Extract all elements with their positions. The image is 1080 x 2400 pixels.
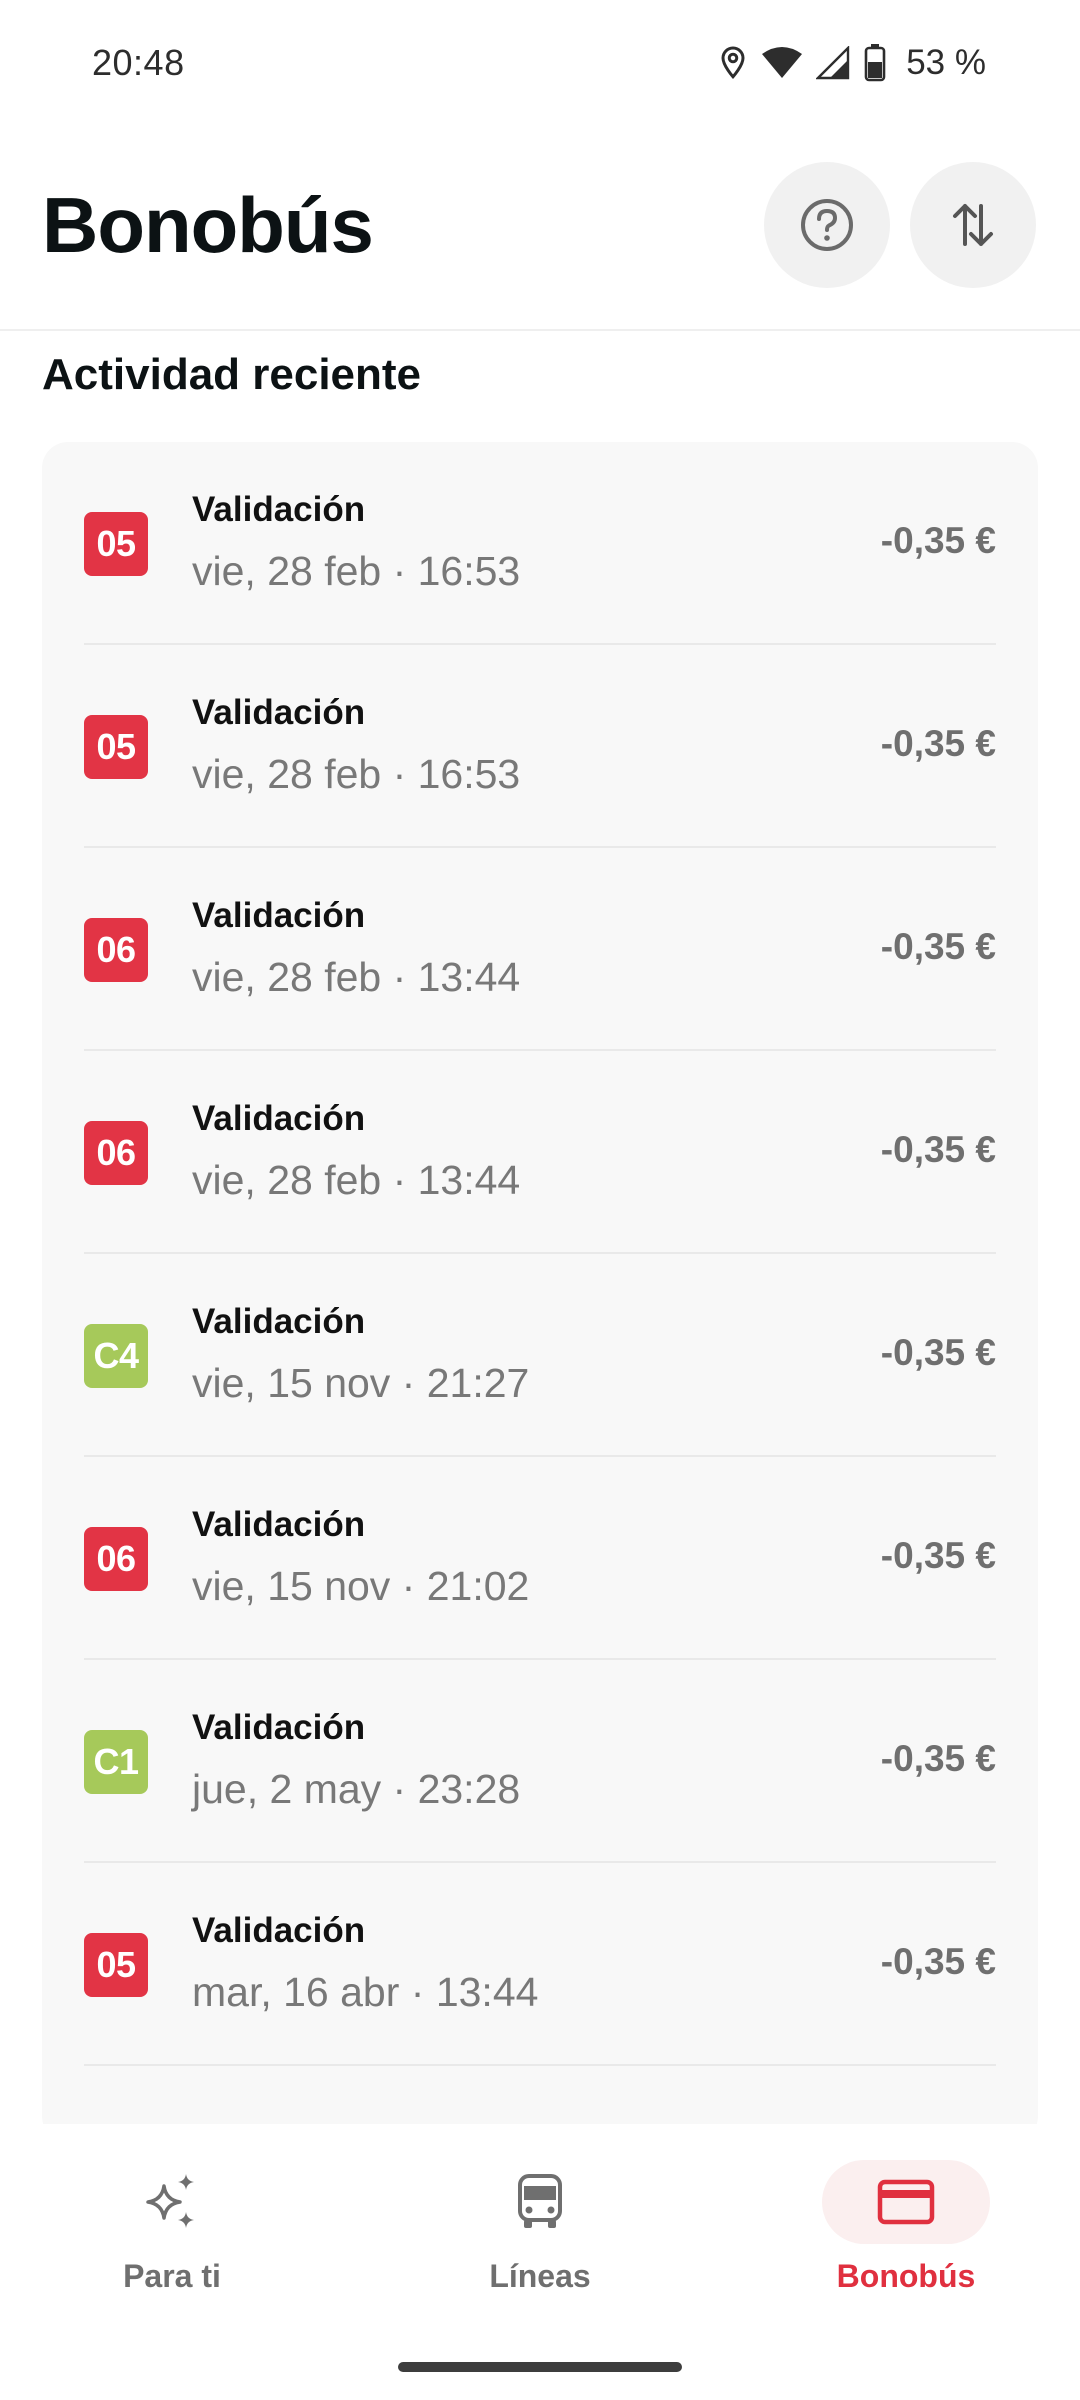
activity-date: vie, 28 feb · 16:53: [192, 751, 521, 797]
nav-label: Bonobús: [836, 2258, 976, 2294]
activity-amount: -0,35 €: [880, 723, 996, 764]
signal-icon: [816, 46, 850, 80]
list-item[interactable]: C1 Validación jue, 2 may · 23:28 -0,35 €: [84, 1660, 996, 1863]
activity-list: 05 Validación vie, 28 feb · 16:53 -0,35 …: [42, 442, 1038, 2142]
page-title: Bonobús: [42, 181, 374, 269]
list-item[interactable]: 05 Validación vie, 28 feb · 16:53 -0,35 …: [84, 645, 996, 848]
swap-vertical-icon: [953, 204, 993, 246]
line-badge: 06: [84, 1121, 148, 1185]
bottom-navigation: Para ti Líneas Bonobús: [0, 2124, 1080, 2400]
activity-title: Validación: [192, 490, 366, 529]
activity-amount: -0,35 €: [880, 1535, 996, 1576]
wifi-icon: [762, 46, 803, 80]
list-item[interactable]: C4 Validación vie, 15 nov · 21:27 -0,35 …: [84, 1254, 996, 1457]
activity-amount: -0,35 €: [880, 926, 996, 967]
nav-para-ti[interactable]: Para ti: [52, 2160, 292, 2310]
activity-title: Validación: [192, 1505, 366, 1544]
list-item[interactable]: 06 Validación vie, 28 feb · 13:44 -0,35 …: [84, 1051, 996, 1254]
list-item[interactable]: 05 Validación vie, 28 feb · 16:53 -0,35 …: [84, 442, 996, 645]
nav-label: Para ti: [123, 2258, 221, 2294]
battery-icon: [864, 44, 886, 82]
nav-label: Líneas: [489, 2258, 591, 2294]
activity-title: Validación: [192, 1708, 366, 1747]
bus-icon: [518, 2174, 562, 2228]
activity-amount: -0,35 €: [880, 1738, 996, 1779]
app-header: Bonobús: [0, 126, 1080, 331]
list-item[interactable]: 06 Validación vie, 15 nov · 21:02 -0,35 …: [84, 1457, 996, 1660]
line-badge: C1: [84, 1730, 148, 1794]
battery-percent: 53 %: [906, 43, 986, 82]
activity-date: vie, 28 feb · 16:53: [192, 548, 521, 594]
status-icons: 53 %: [718, 43, 986, 83]
nav-lineas[interactable]: Líneas: [420, 2160, 660, 2310]
line-badge: C4: [84, 1324, 148, 1388]
activity-title: Validación: [192, 1911, 366, 1950]
line-badge: 06: [84, 1527, 148, 1591]
help-icon: [801, 199, 853, 251]
card-icon: [877, 2179, 935, 2225]
line-badge: 05: [84, 512, 148, 576]
status-time: 20:48: [92, 42, 185, 83]
help-button[interactable]: [764, 162, 890, 288]
activity-title: Validación: [192, 693, 366, 732]
activity-amount: -0,35 €: [880, 1332, 996, 1373]
line-badge: 06: [84, 918, 148, 982]
activity-amount: -0,35 €: [880, 520, 996, 561]
activity-date: jue, 2 may · 23:28: [192, 1766, 521, 1812]
status-bar: 20:48 53 %: [0, 0, 1080, 126]
bonobus-screen: 20:48 53 % Bonobús Actividad reciente 05…: [0, 0, 1080, 2400]
nav-bonobus[interactable]: Bonobús: [786, 2160, 1026, 2310]
activity-title: Validación: [192, 1099, 366, 1138]
activity-date: vie, 28 feb · 13:44: [192, 954, 521, 1000]
activity-title: Validación: [192, 1302, 366, 1341]
section-title: Actividad reciente: [42, 350, 422, 399]
activity-date: vie, 15 nov · 21:02: [192, 1563, 530, 1609]
activity-amount: -0,35 €: [880, 1941, 996, 1982]
activity-date: vie, 28 feb · 13:44: [192, 1157, 521, 1203]
activity-date: vie, 15 nov · 21:27: [192, 1360, 530, 1406]
sort-button[interactable]: [910, 162, 1036, 288]
gesture-bar[interactable]: [398, 2362, 682, 2372]
line-badge: 05: [84, 1933, 148, 1997]
line-badge: 05: [84, 715, 148, 779]
sparkles-icon: [146, 2174, 194, 2228]
activity-title: Validación: [192, 896, 366, 935]
activity-amount: -0,35 €: [880, 1129, 996, 1170]
location-icon: [718, 45, 748, 81]
list-item[interactable]: 05 Validación mar, 16 abr · 13:44 -0,35 …: [84, 1863, 996, 2066]
list-item[interactable]: 06 Validación vie, 28 feb · 13:44 -0,35 …: [84, 848, 996, 1051]
activity-date: mar, 16 abr · 13:44: [192, 1969, 539, 2015]
